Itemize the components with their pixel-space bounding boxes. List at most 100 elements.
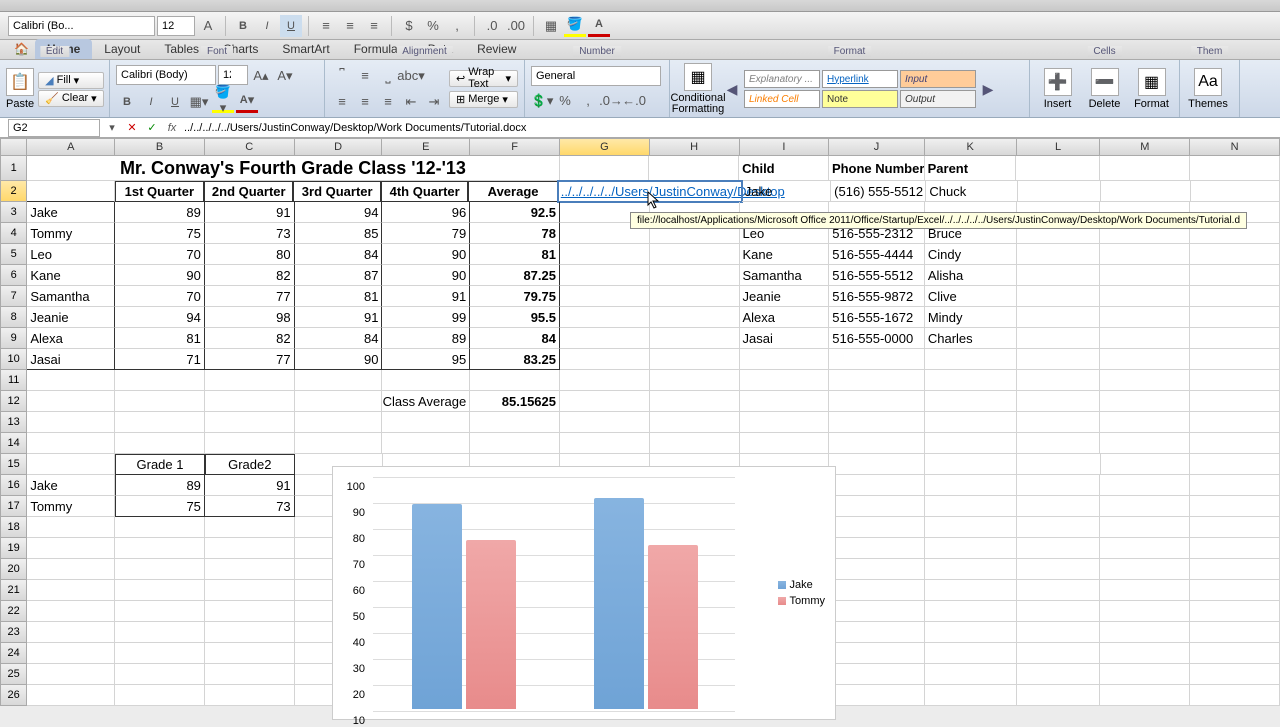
col-header-I[interactable]: I [740,138,830,156]
cell[interactable] [1190,517,1280,538]
row-header-7[interactable]: 7 [0,286,27,307]
cell[interactable] [1100,538,1190,559]
cell[interactable] [1190,328,1280,349]
cell[interactable] [1100,328,1190,349]
cell[interactable] [925,580,1017,601]
cell[interactable] [205,412,295,433]
cell[interactable] [1100,601,1190,622]
grade-cell[interactable]: 81 [115,328,205,349]
cell[interactable] [27,559,115,580]
cell[interactable] [1100,286,1190,307]
cell[interactable] [560,433,650,454]
align-center-icon[interactable]: ≡ [339,15,361,37]
fill-color-icon[interactable]: 🪣 [564,15,586,37]
cell[interactable] [829,370,925,391]
col-header-E[interactable]: E [382,138,470,156]
cell[interactable] [560,412,650,433]
cell[interactable] [1190,454,1280,475]
grade-cell[interactable]: 89 [382,328,470,349]
cell[interactable] [1190,538,1280,559]
cell[interactable] [560,349,650,370]
cell[interactable] [650,349,740,370]
align-left-icon[interactable]: ≡ [315,15,337,37]
cell[interactable] [1190,433,1280,454]
cell[interactable] [925,559,1017,580]
cell[interactable] [205,559,295,580]
dec-dec-btn[interactable]: ←.0 [623,90,645,112]
cell[interactable] [1017,244,1101,265]
cell[interactable] [27,412,115,433]
cell[interactable] [1017,559,1101,580]
student-name-2[interactable]: Leo [27,244,115,265]
cell[interactable] [829,664,925,685]
header-2[interactable]: 3rd Quarter [293,181,380,202]
avg-cell-6[interactable]: 84 [470,328,560,349]
contact-phone[interactable]: 516-555-1672 [829,307,925,328]
cell[interactable] [1190,664,1280,685]
cell[interactable] [925,664,1017,685]
contact-child[interactable]: Samantha [740,265,830,286]
cell[interactable] [382,370,470,391]
cell[interactable] [925,433,1017,454]
row-header-23[interactable]: 23 [0,622,27,643]
cell[interactable] [1101,181,1190,202]
cell[interactable] [1017,496,1101,517]
halign-center-icon[interactable]: ≡ [354,91,376,113]
styles-next-icon[interactable]: ▶ [980,69,996,109]
cell[interactable] [650,370,740,391]
row-header-5[interactable]: 5 [0,244,27,265]
cell[interactable] [1190,643,1280,664]
cell[interactable] [829,475,925,496]
cell[interactable] [925,412,1017,433]
grade-cell[interactable]: 73 [205,223,295,244]
class-avg-value[interactable]: 85.15625 [470,391,560,412]
student-name-4[interactable]: Samantha [27,286,115,307]
contact-parent[interactable]: Mindy [925,307,1017,328]
cell[interactable] [1190,685,1280,706]
indent-inc-icon[interactable]: ⇥ [423,91,445,113]
grade-cell[interactable]: 91 [205,202,295,223]
cell[interactable] [740,412,830,433]
font-inc-icon[interactable]: A [197,15,219,37]
header-1[interactable]: 2nd Quarter [204,181,293,202]
cell[interactable] [1100,349,1190,370]
contacts-header-parent[interactable]: Parent [925,156,1017,181]
cell[interactable] [1100,664,1190,685]
mini-name[interactable]: Tommy [27,496,115,517]
grade-cell[interactable]: 95 [382,349,470,370]
cell[interactable] [1017,643,1101,664]
cell[interactable] [1100,475,1190,496]
cell[interactable] [925,601,1017,622]
cell[interactable] [1100,685,1190,706]
cell[interactable] [115,538,205,559]
grade-cell[interactable]: 71 [115,349,205,370]
cell[interactable] [925,370,1017,391]
student-name-6[interactable]: Alexa [27,328,115,349]
grade-cell[interactable]: 94 [115,307,205,328]
cell[interactable] [1190,391,1280,412]
mini-header-1[interactable]: Grade2 [205,454,295,475]
cell[interactable] [1100,496,1190,517]
cell[interactable] [650,265,740,286]
cell[interactable] [1190,307,1280,328]
col-header-L[interactable]: L [1017,138,1101,156]
cell[interactable] [27,181,114,202]
title-cell[interactable]: Mr. Conway's Fourth Grade Class '12-'13 [27,156,559,181]
font-color-icon[interactable]: A [588,15,610,37]
cell[interactable] [1017,622,1101,643]
cell[interactable] [1100,412,1190,433]
shrink-font-icon[interactable]: A▾ [274,65,296,87]
grade-cell[interactable]: 89 [115,202,205,223]
cell[interactable] [829,685,925,706]
grade-cell[interactable]: 75 [115,223,205,244]
row-header-19[interactable]: 19 [0,538,27,559]
percent-btn[interactable]: % [554,90,576,112]
tab-smartart[interactable]: SmartArt [270,39,341,59]
paste-button[interactable]: 📋Paste [6,62,34,116]
style-explanatory[interactable]: Explanatory ... [744,70,820,88]
align-right-icon[interactable]: ≡ [363,15,385,37]
valign-top-icon[interactable]: ⎴ [331,65,353,87]
cell[interactable] [27,643,115,664]
cell[interactable] [27,517,115,538]
cell[interactable] [560,265,650,286]
